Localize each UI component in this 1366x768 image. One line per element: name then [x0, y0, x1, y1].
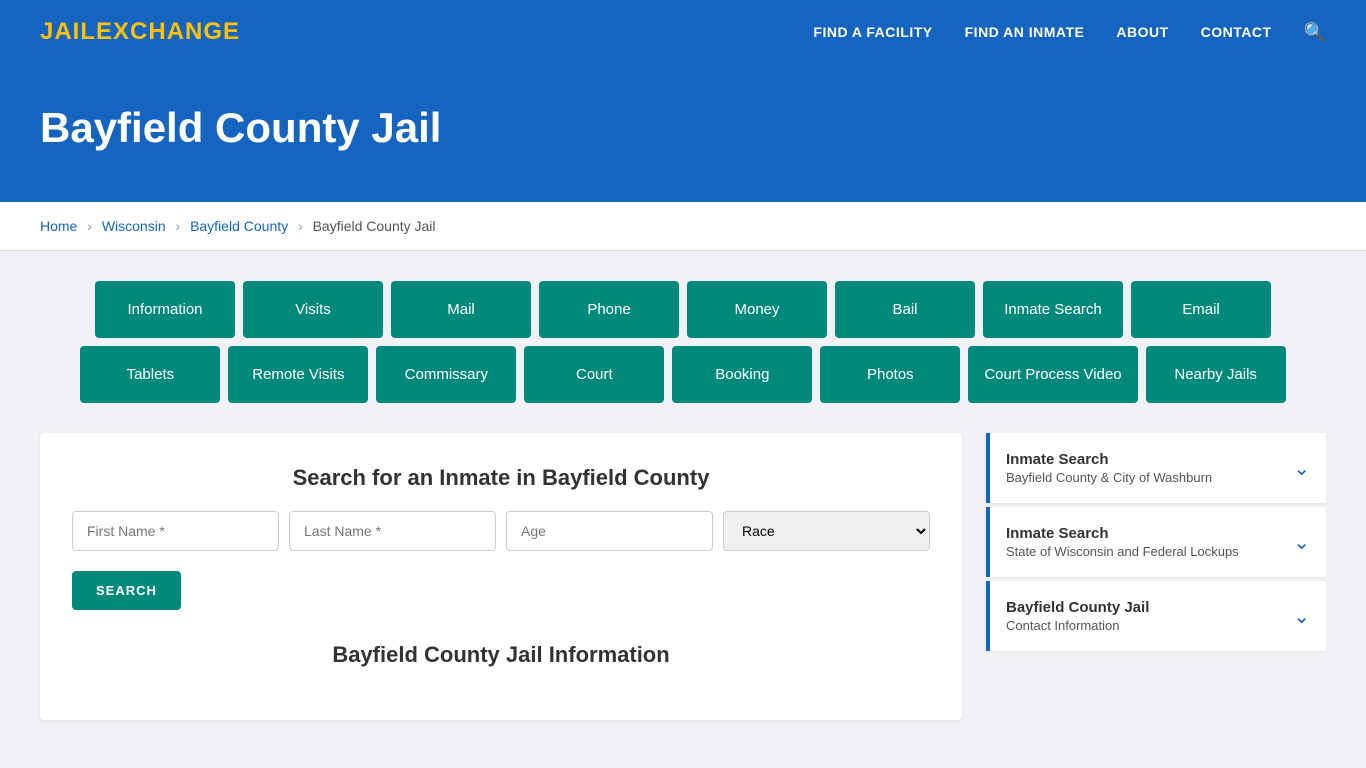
btn-bail[interactable]: Bail: [835, 281, 975, 338]
main-content: Information Visits Mail Phone Money Bail…: [0, 251, 1366, 750]
content-area: Search for an Inmate in Bayfield County …: [40, 433, 1326, 720]
breadcrumb-wisconsin[interactable]: Wisconsin: [102, 218, 166, 234]
age-input[interactable]: [506, 511, 713, 551]
sidebar-card-3-title: Bayfield County Jail: [1006, 599, 1149, 616]
btn-court[interactable]: Court: [524, 346, 664, 403]
sidebar-card-1-subtitle: Bayfield County & City of Washburn: [1006, 470, 1212, 485]
site-logo[interactable]: JAILEXCHANGE: [40, 18, 240, 46]
btn-mail[interactable]: Mail: [391, 281, 531, 338]
btn-phone[interactable]: Phone: [539, 281, 679, 338]
btn-money[interactable]: Money: [687, 281, 827, 338]
chevron-down-icon-2: ⌄: [1293, 530, 1310, 555]
inmate-search-title: Search for an Inmate in Bayfield County: [72, 465, 930, 491]
chevron-down-icon-1: ⌄: [1293, 456, 1310, 481]
btn-court-process-video[interactable]: Court Process Video: [968, 346, 1137, 403]
breadcrumb-sep-3: ›: [298, 218, 303, 234]
last-name-input[interactable]: [289, 511, 496, 551]
search-icon[interactable]: 🔍: [1304, 22, 1326, 43]
hero-banner: Bayfield County Jail: [0, 64, 1366, 202]
btn-nearby-jails[interactable]: Nearby Jails: [1146, 346, 1286, 403]
sidebar-card-1[interactable]: Inmate Search Bayfield County & City of …: [986, 433, 1326, 503]
sidebar-card-2[interactable]: Inmate Search State of Wisconsin and Fed…: [986, 507, 1326, 577]
first-name-input[interactable]: [72, 511, 279, 551]
btn-remote-visits[interactable]: Remote Visits: [228, 346, 368, 403]
race-select[interactable]: Race White Black Hispanic Asian Other: [723, 511, 930, 551]
nav-links: FIND A FACILITY FIND AN INMATE ABOUT CON…: [813, 22, 1326, 43]
breadcrumb-sep-2: ›: [176, 218, 181, 234]
sidebar-card-1-title: Inmate Search: [1006, 451, 1212, 468]
page-title: Bayfield County Jail: [40, 104, 1326, 152]
btn-email[interactable]: Email: [1131, 281, 1271, 338]
search-button[interactable]: SEARCH: [72, 571, 181, 610]
chevron-down-icon-3: ⌄: [1293, 604, 1310, 629]
right-panel: Inmate Search Bayfield County & City of …: [986, 433, 1326, 720]
logo-jail: JAIL: [40, 18, 96, 45]
nav-contact[interactable]: CONTACT: [1201, 24, 1272, 40]
nav-about[interactable]: ABOUT: [1116, 24, 1168, 40]
logo-exchange: EXCHANGE: [96, 18, 240, 45]
breadcrumb-current: Bayfield County Jail: [313, 218, 436, 234]
breadcrumb: Home › Wisconsin › Bayfield County › Bay…: [0, 202, 1366, 251]
sidebar-card-3[interactable]: Bayfield County Jail Contact Information…: [986, 581, 1326, 651]
sidebar-card-2-title: Inmate Search: [1006, 525, 1239, 542]
nav-find-facility[interactable]: FIND A FACILITY: [813, 24, 932, 40]
btn-tablets[interactable]: Tablets: [80, 346, 220, 403]
btn-visits[interactable]: Visits: [243, 281, 383, 338]
btn-commissary[interactable]: Commissary: [376, 346, 516, 403]
sidebar-card-3-subtitle: Contact Information: [1006, 618, 1149, 633]
breadcrumb-sep-1: ›: [87, 218, 92, 234]
btn-inmate-search[interactable]: Inmate Search: [983, 281, 1123, 338]
inmate-search-form: Race White Black Hispanic Asian Other: [72, 511, 930, 551]
left-panel: Search for an Inmate in Bayfield County …: [40, 433, 962, 720]
nav-find-inmate[interactable]: FIND AN INMATE: [965, 24, 1085, 40]
breadcrumb-home[interactable]: Home: [40, 218, 77, 234]
btn-photos[interactable]: Photos: [820, 346, 960, 403]
section-title: Bayfield County Jail Information: [72, 642, 930, 668]
btn-information[interactable]: Information: [95, 281, 235, 338]
sidebar-card-2-subtitle: State of Wisconsin and Federal Lockups: [1006, 544, 1239, 559]
breadcrumb-bayfield-county[interactable]: Bayfield County: [190, 218, 288, 234]
navbar: JAILEXCHANGE FIND A FACILITY FIND AN INM…: [0, 0, 1366, 64]
btn-booking[interactable]: Booking: [672, 346, 812, 403]
category-buttons: Information Visits Mail Phone Money Bail…: [40, 281, 1326, 403]
